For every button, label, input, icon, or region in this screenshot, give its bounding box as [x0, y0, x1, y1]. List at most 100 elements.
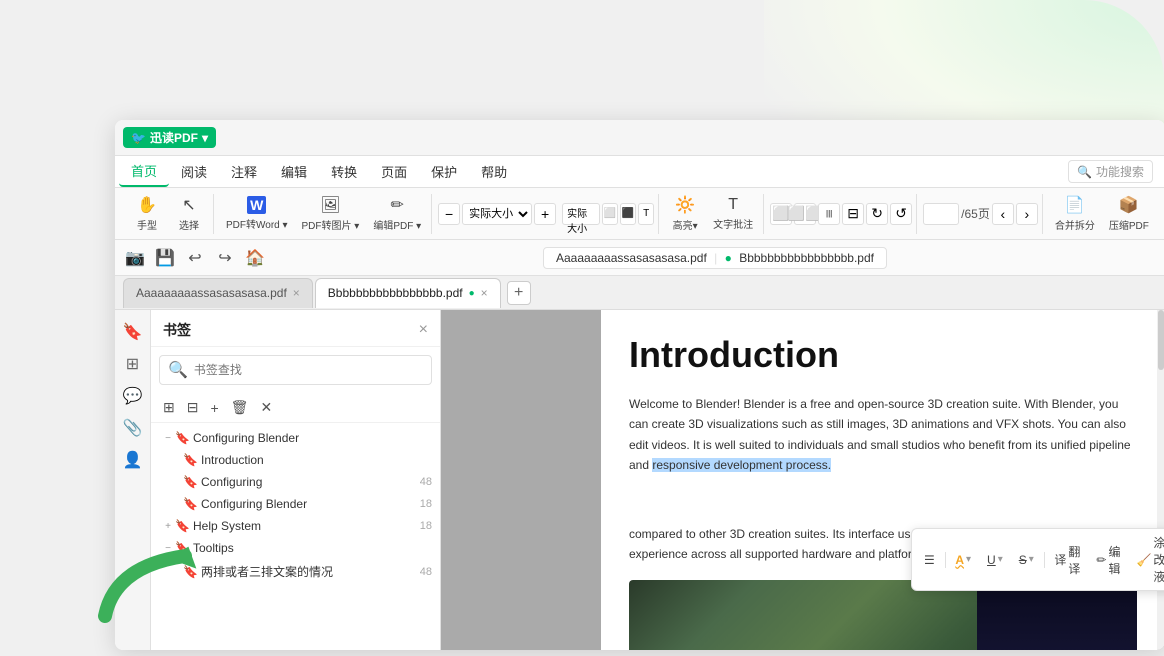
rotate-right[interactable]: ↻: [866, 203, 888, 225]
screenshot-button[interactable]: 📷: [123, 246, 147, 270]
toolbar-row1: ✋ 手型 ↖ 选择 W PDF转Word ▾ 🖼 PDF转图片 ▾ ✏ 编辑PD…: [115, 188, 1164, 240]
title-bar: 🐦 迅读PDF ▾: [115, 120, 1164, 156]
highlight-button[interactable]: 🔆 高亮▾: [665, 195, 705, 233]
bookmark-item-help-system[interactable]: + 🔖 Help System 18: [151, 515, 440, 537]
menu-item-convert[interactable]: 转换: [319, 156, 369, 187]
bookmark-page-two-three-lines: 48: [420, 566, 432, 578]
zoom-in-button[interactable]: +: [534, 203, 556, 225]
prev-page-button[interactable]: ‹: [992, 203, 1014, 225]
sidebar-comments-icon[interactable]: 💬: [119, 382, 147, 410]
menu-item-page[interactable]: 页面: [369, 156, 419, 187]
bookmark-add-button[interactable]: +: [208, 398, 220, 418]
fit-width-button[interactable]: ⬜: [602, 203, 618, 225]
compress-button[interactable]: 📦 压缩PDF: [1103, 195, 1155, 233]
actual-size-button[interactable]: T: [638, 203, 654, 225]
bookmark-label-configuring-blender: Configuring Blender: [193, 431, 432, 445]
merge-icon: 📄: [1065, 195, 1085, 215]
erase-button[interactable]: 🧹 涂改液: [1130, 532, 1164, 587]
zoom-controls: − 实际大小 适合页面 50% 75% 100% 125% 150% +: [438, 203, 556, 225]
pdf-content-area: Introduction Welcome to Blender! Blender…: [601, 310, 1164, 650]
page-number-input[interactable]: 22: [923, 203, 959, 225]
menu-item-annotate[interactable]: 注释: [219, 156, 269, 187]
undo-button[interactable]: ↩: [183, 246, 207, 270]
bookmark-label-introduction: Introduction: [201, 453, 432, 467]
pdf-scrollbar-thumb[interactable]: [1158, 310, 1164, 370]
zoom-out-button[interactable]: −: [438, 203, 460, 225]
sidebar-signatures-icon[interactable]: 👤: [119, 446, 147, 474]
highlight-color-button[interactable]: A: [949, 551, 977, 569]
translate-button[interactable]: 译 翻译: [1048, 541, 1086, 579]
page-layout-4[interactable]: ⊟: [842, 203, 864, 225]
bookmark-item-configuring-blender2[interactable]: 🔖 Configuring Blender 18: [151, 493, 440, 515]
bookmark-label-configuring-blender2: Configuring Blender: [201, 497, 420, 511]
select-icon: ↖: [182, 195, 195, 215]
pdf-scrollbar[interactable]: [1157, 310, 1164, 650]
edit-text-button[interactable]: ✏ 编辑: [1090, 541, 1126, 579]
menu-item-edit[interactable]: 编辑: [269, 156, 319, 187]
tool-group-page-nav: 22 /65页 ‹ ›: [919, 194, 1043, 234]
strikethrough-button[interactable]: S: [1013, 551, 1040, 569]
word-icon: W: [247, 196, 266, 214]
select-tool-button[interactable]: ↖ 选择: [169, 195, 209, 233]
text-note-button[interactable]: T 文字批注: [707, 195, 759, 233]
expand-configuring-icon[interactable]: −: [161, 433, 175, 444]
tab-file2[interactable]: Bbbbbbbbbbbbbbbbb.pdf ● ×: [315, 278, 501, 308]
bookmark-item-configuring-blender[interactable]: − 🔖 Configuring Blender: [151, 427, 440, 449]
save-button[interactable]: 💾: [153, 246, 177, 270]
expand-help-icon[interactable]: +: [161, 521, 175, 532]
menu-item-protect[interactable]: 保护: [419, 156, 469, 187]
home-button[interactable]: 🏠: [243, 246, 267, 270]
file-dot: ●: [725, 251, 732, 265]
merge-label: 合并拆分: [1055, 217, 1095, 232]
tab2-label: Bbbbbbbbbbbbbbbbb.pdf: [328, 286, 463, 300]
menu-item-read[interactable]: 阅读: [169, 156, 219, 187]
current-file-tab[interactable]: Aaaaaaaaassasasasasa.pdf | ● Bbbbbbbbbbb…: [543, 247, 887, 269]
fit-height-button[interactable]: ⬛: [620, 203, 636, 225]
tab1-close-button[interactable]: ×: [293, 286, 300, 300]
bookmark-icon-conf: 🔖: [183, 475, 197, 489]
file-name2: Bbbbbbbbbbbbbbbbb.pdf: [739, 251, 874, 265]
bookmark-expand-all-button[interactable]: ⊞: [161, 397, 177, 418]
bookmark-close-button[interactable]: ×: [419, 321, 428, 339]
pdf-viewer-area: Introduction Welcome to Blender! Blender…: [441, 310, 1164, 650]
bookmark-clear-button[interactable]: ✕: [258, 397, 274, 418]
bookmark-search-input[interactable]: [194, 363, 423, 377]
zoom-select[interactable]: 实际大小 适合页面 50% 75% 100% 125% 150%: [462, 203, 532, 225]
bookmark-search-icon: 🔍: [168, 360, 188, 380]
menu-search[interactable]: 🔍 功能搜索: [1068, 160, 1153, 183]
app-logo[interactable]: 🐦 迅读PDF ▾: [123, 127, 216, 148]
hand-tool-button[interactable]: ✋ 手型: [127, 195, 167, 233]
pdf-to-img-button[interactable]: 🖼 PDF转图片 ▾: [296, 195, 366, 233]
strikethrough-s-label: S: [1019, 553, 1027, 567]
page-layout-3[interactable]: |||: [818, 203, 840, 225]
bookmark-item-introduction[interactable]: 🔖 Introduction: [151, 449, 440, 471]
underline-color-button[interactable]: U: [981, 551, 1009, 569]
sidebar-attachments-icon[interactable]: 📎: [119, 414, 147, 442]
next-page-button[interactable]: ›: [1016, 203, 1038, 225]
sidebar-thumbnails-icon[interactable]: ⊞: [119, 350, 147, 378]
bookmark-item-configuring[interactable]: 🔖 Configuring 48: [151, 471, 440, 493]
pdf-to-word-button[interactable]: W PDF转Word ▾: [220, 195, 294, 233]
menu-item-help[interactable]: 帮助: [469, 156, 519, 187]
new-tab-button[interactable]: +: [507, 281, 531, 305]
bookmark-search-box[interactable]: 🔍: [159, 355, 432, 385]
edit-pdf-button[interactable]: ✏ 编辑PDF ▾: [367, 195, 427, 233]
bookmark-header: 书签 ×: [151, 310, 440, 347]
text-toolbar-menu[interactable]: ☰: [918, 551, 941, 569]
redo-button[interactable]: ↪: [213, 246, 237, 270]
tab-file1[interactable]: Aaaaaaaaassasasasasa.pdf ×: [123, 278, 313, 308]
rotate-left[interactable]: ↺: [890, 203, 912, 225]
hand-icon: ✋: [137, 195, 157, 215]
logo-bird-icon: 🐦: [131, 131, 146, 145]
tab1-label: Aaaaaaaaassasasasasa.pdf: [136, 286, 287, 300]
green-arrow-decoration: [95, 546, 215, 626]
bookmark-delete-button[interactable]: 🗑: [229, 397, 251, 418]
bookmark-collapse-all-button[interactable]: ⊟: [185, 397, 201, 418]
tab2-close-button[interactable]: ×: [481, 286, 488, 300]
page-layout-2[interactable]: ⬜⬜: [794, 203, 816, 225]
merge-split-button[interactable]: 📄 合并拆分: [1049, 195, 1101, 233]
sidebar-bookmark-icon[interactable]: 🔖: [119, 318, 147, 346]
menu-item-home[interactable]: 首页: [119, 156, 169, 187]
zoom-fit-button[interactable]: 实际大小: [562, 203, 600, 225]
logo-label: 迅读PDF: [150, 129, 198, 146]
